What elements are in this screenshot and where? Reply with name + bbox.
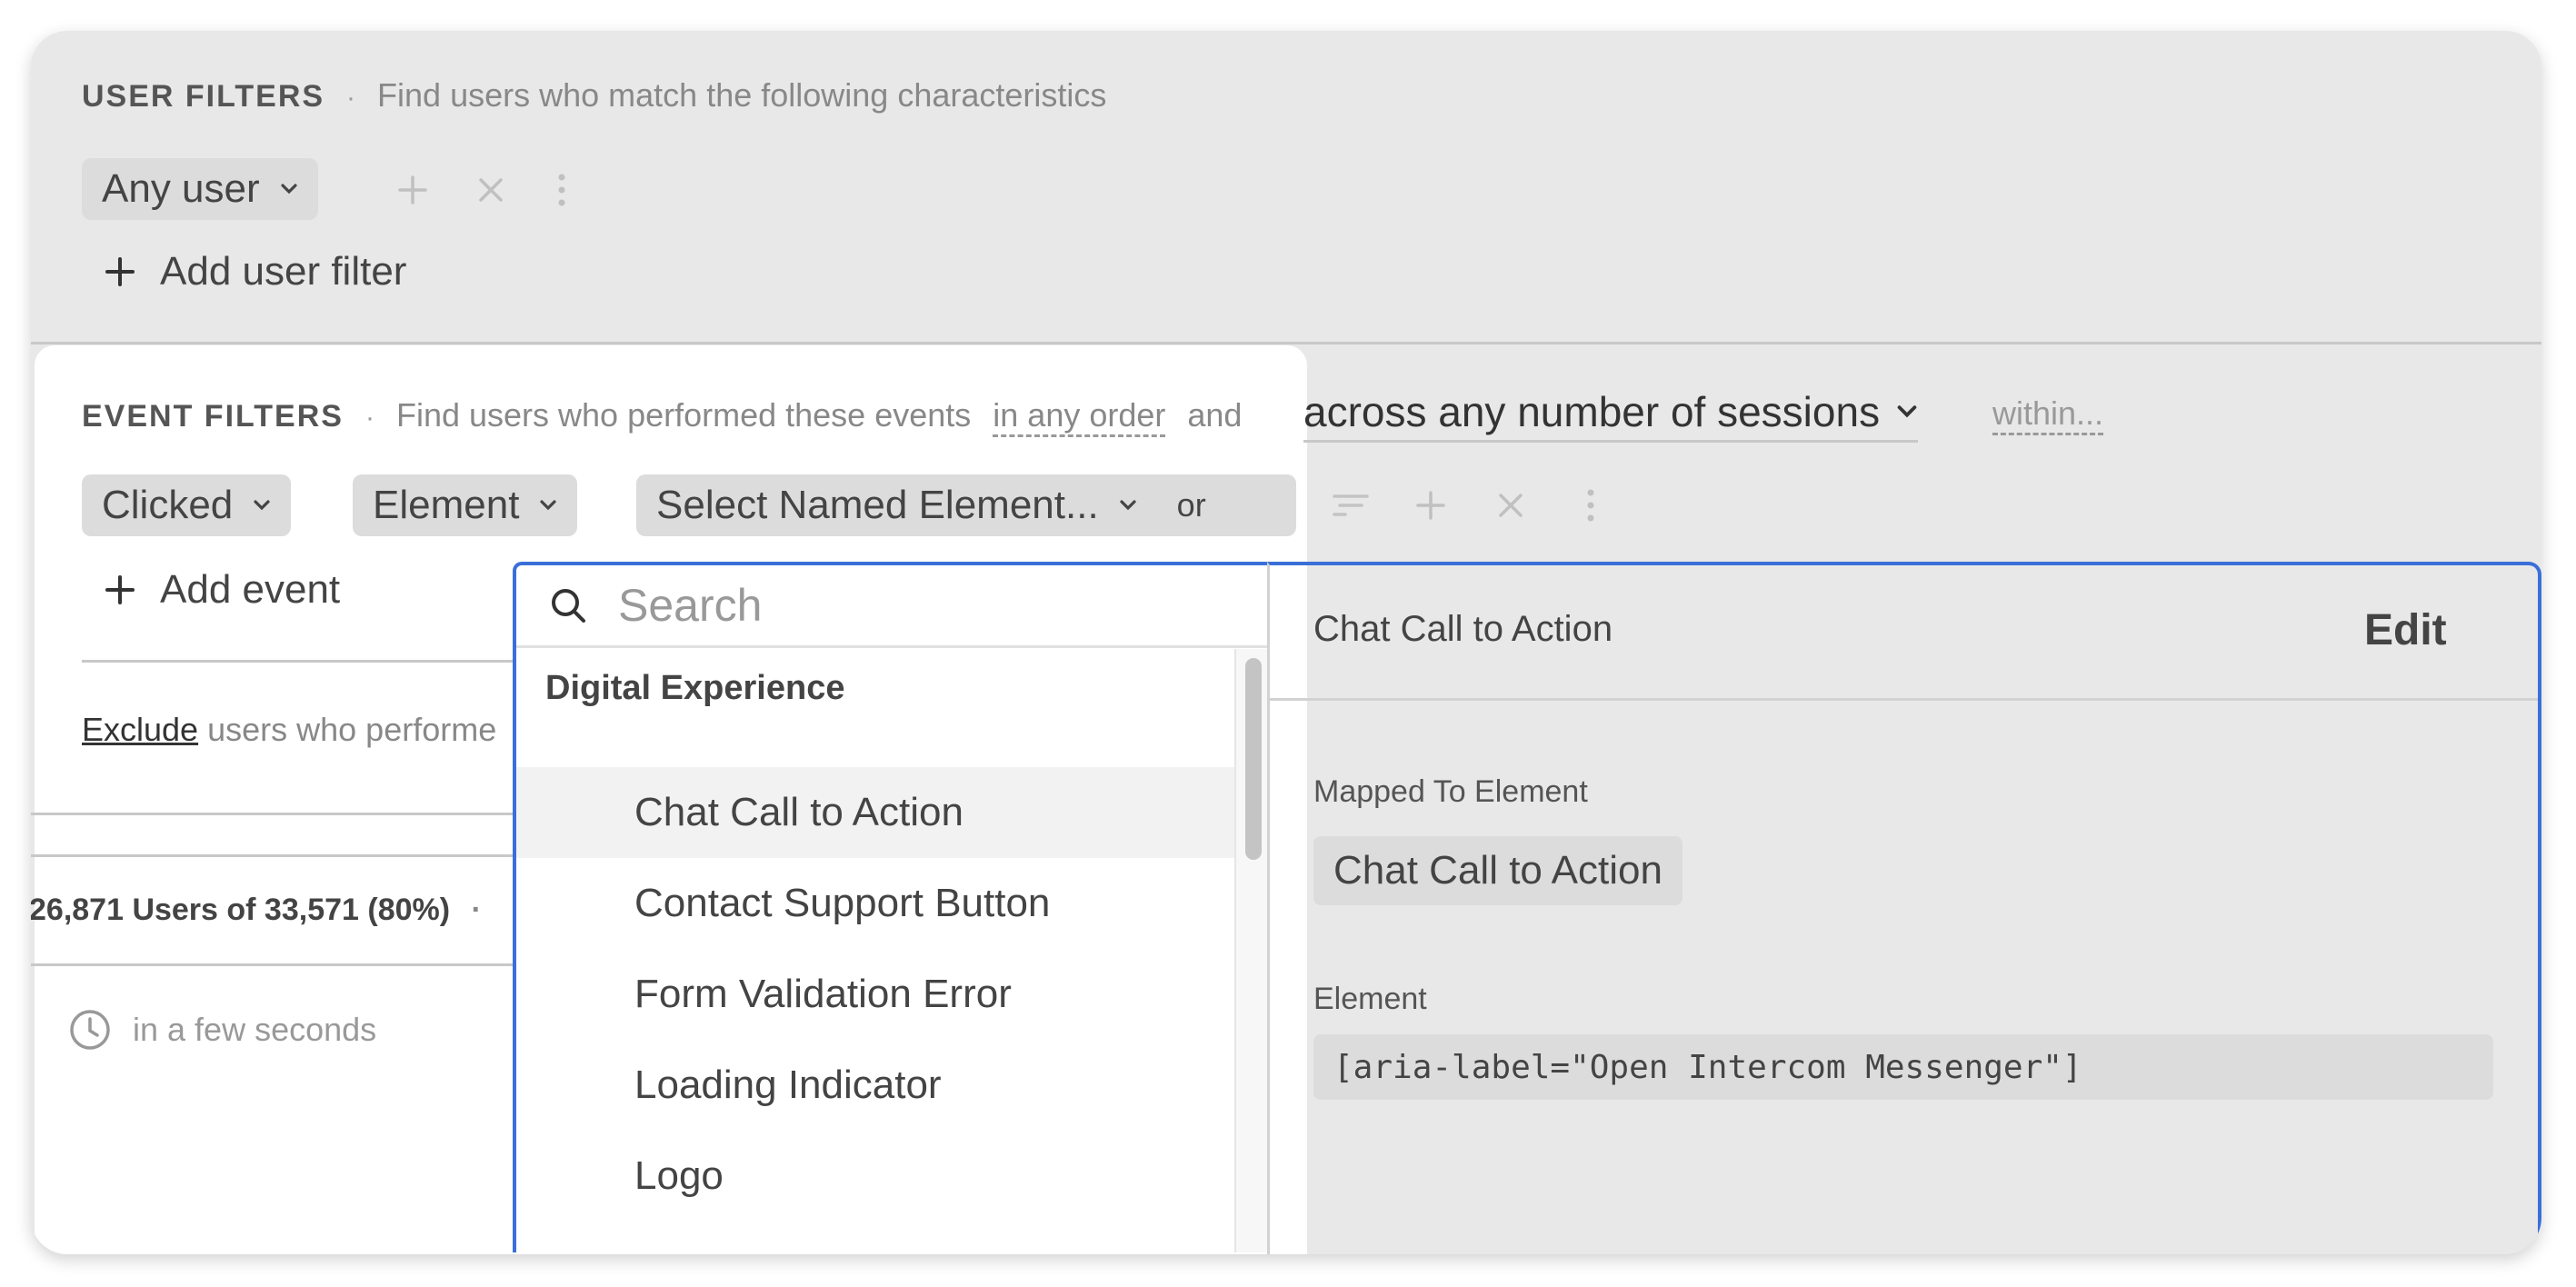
clock-icon — [70, 1010, 110, 1050]
and-text: and — [1187, 396, 1243, 434]
exclude-link[interactable]: Exclude — [82, 711, 198, 748]
more-options-icon[interactable] — [1582, 487, 1600, 524]
plus-icon — [105, 575, 135, 604]
search-input[interactable]: Search — [618, 579, 762, 632]
chevron-down-icon — [1120, 500, 1136, 511]
add-icon[interactable] — [394, 172, 431, 208]
group-heading: Digital Experience — [545, 669, 845, 707]
named-element-label: Select Named Element... — [656, 483, 1099, 527]
chevron-down-icon — [540, 500, 557, 511]
user-count-summary: 26,871 Users of 33,571 (80%) · — [31, 893, 482, 928]
chevron-down-icon — [254, 500, 270, 511]
list-item[interactable]: Chat Call to Action — [516, 767, 1234, 858]
list-item-label: Logo — [634, 1153, 724, 1198]
divider — [31, 342, 2541, 344]
element-selector-value: [aria-label="Open Intercom Messenger"] — [1333, 1048, 2082, 1086]
refresh-status: in a few seconds — [67, 1007, 376, 1053]
search-icon — [552, 589, 585, 623]
remove-icon[interactable] — [1494, 489, 1527, 522]
segment-builder-card: USER FILTERS · Find users who match the … — [31, 31, 2541, 1254]
user-count: 26,871 Users of 33,571 (80%) — [31, 893, 451, 927]
mapped-value: Chat Call to Action — [1333, 848, 1662, 893]
event-filters-header: EVENT FILTERS · Find users who performed… — [82, 396, 1242, 437]
add-event-label: Add event — [160, 567, 341, 612]
list-item[interactable]: Form Validation Error — [516, 949, 1234, 1040]
plus-icon — [105, 257, 135, 286]
separator: · — [346, 83, 356, 113]
sessions-label: across any number of sessions — [1303, 388, 1881, 435]
list-item-label: Contact Support Button — [634, 881, 1051, 925]
exclude-text: users who performe — [207, 711, 497, 748]
remove-icon[interactable] — [474, 174, 507, 206]
more-options-icon[interactable] — [553, 172, 571, 208]
element-detail-panel: Chat Call to Action Edit Mapped To Eleme… — [1267, 562, 2541, 1254]
order-link[interactable]: in any order — [993, 396, 1166, 437]
sessions-dropdown[interactable]: across any number of sessions — [1303, 387, 1919, 443]
divider — [82, 660, 518, 663]
type-label: Element — [373, 483, 520, 527]
event-filters-title: EVENT FILTERS — [82, 399, 344, 434]
named-element-list: Search Digital Experience Chat Call to A… — [513, 562, 1267, 1252]
list-item-label: Menu — [634, 1244, 734, 1252]
separator: · — [364, 403, 374, 433]
user-filters-title: USER FILTERS — [82, 79, 325, 114]
user-filters-header: USER FILTERS · Find users who match the … — [82, 76, 1106, 115]
within-link[interactable]: within... — [1992, 394, 2104, 435]
filter-options-icon[interactable] — [1331, 487, 1371, 524]
exclude-row: Exclude users who performe — [82, 711, 496, 749]
add-user-filter-label: Add user filter — [160, 249, 407, 294]
list-item[interactable]: Contact Support Button — [516, 858, 1234, 949]
list-item-label: Loading Indicator — [634, 1063, 942, 1107]
edit-button[interactable]: Edit — [2364, 605, 2447, 655]
event-filters-description: Find users who performed these events — [395, 396, 972, 434]
action-label: Clicked — [102, 483, 234, 527]
detail-title: Chat Call to Action — [1313, 609, 1613, 649]
scrollbar-track[interactable] — [1234, 649, 1267, 1252]
add-event-button[interactable]: Add event — [104, 567, 340, 613]
element-label: Element — [1313, 982, 1427, 1016]
type-dropdown[interactable]: Element — [353, 474, 578, 536]
any-user-label: Any user — [102, 166, 260, 211]
chevron-down-icon — [281, 184, 297, 195]
list-item[interactable]: Loading Indicator — [516, 1040, 1234, 1131]
list-item-label: Form Validation Error — [634, 972, 1012, 1016]
scrollbar-thumb[interactable] — [1245, 658, 1262, 860]
divider — [31, 813, 518, 815]
mapped-label: Mapped To Element — [1313, 774, 1588, 809]
or-text: or — [1176, 486, 1206, 524]
list-item[interactable]: Logo — [516, 1131, 1234, 1222]
refresh-text: in a few seconds — [133, 1011, 377, 1048]
chevron-down-icon — [1897, 405, 1917, 418]
list-item[interactable]: Menu — [516, 1222, 1234, 1252]
mapped-element-chip: Chat Call to Action — [1313, 836, 1682, 905]
separator: · — [471, 893, 482, 927]
detail-header: Chat Call to Action Edit — [1270, 565, 2538, 701]
divider — [31, 854, 518, 857]
add-icon[interactable] — [1413, 487, 1449, 524]
list-item-label: Chat Call to Action — [634, 790, 964, 834]
any-user-dropdown[interactable]: Any user — [82, 158, 318, 220]
action-dropdown[interactable]: Clicked — [82, 474, 292, 536]
named-element-dropdown[interactable]: Select Named Element... or — [636, 474, 1296, 536]
divider — [31, 963, 518, 966]
search-bar[interactable]: Search — [516, 565, 1267, 648]
user-filters-description: Find users who match the following chara… — [377, 76, 1107, 114]
element-selector: [aria-label="Open Intercom Messenger"] — [1313, 1034, 2493, 1100]
add-user-filter-button[interactable]: Add user filter — [104, 249, 406, 294]
